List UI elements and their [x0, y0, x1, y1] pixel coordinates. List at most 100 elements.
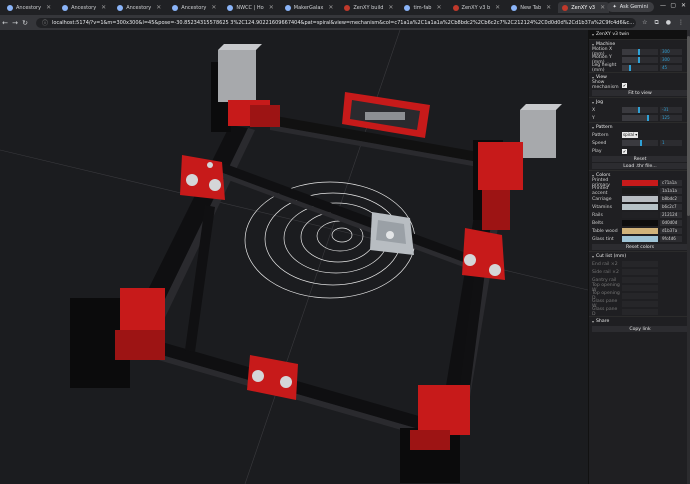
color-swatch[interactable] — [622, 196, 658, 202]
browser-tab[interactable]: ZenXY v3 ✕ — [558, 2, 610, 13]
cut-list-slider[interactable] — [622, 269, 658, 275]
close-tab-icon[interactable]: ✕ — [546, 4, 551, 11]
address-bar[interactable]: ⓘ localhost:5174/?v=1&m=300x300&l=45&pos… — [36, 17, 637, 28]
section-jog-label: Jog — [596, 99, 604, 105]
reload-icon[interactable]: ↻ — [20, 19, 30, 27]
fit-to-view-button[interactable]: Fit to view — [592, 90, 688, 96]
jog-axis-value[interactable]: 125 — [660, 115, 682, 121]
cut-list-slider[interactable] — [622, 261, 658, 267]
close-tab-icon[interactable]: ✕ — [388, 4, 393, 11]
browser-tab[interactable]: Ancestory ✕ — [168, 2, 220, 13]
reset-button[interactable]: Reset — [592, 156, 688, 162]
section-pattern[interactable]: ▾ Pattern — [589, 122, 690, 131]
caret-down-icon: ▾ — [592, 41, 595, 47]
back-icon[interactable]: ← — [0, 19, 10, 27]
browser-tab[interactable]: NWCC | Ho ✕ — [223, 2, 277, 13]
browser-tab[interactable]: New Tab ✕ — [507, 2, 555, 13]
3d-viewport[interactable] — [0, 30, 588, 484]
close-tab-icon[interactable]: ✕ — [211, 4, 216, 11]
browser-tab[interactable]: tim-fab ✕ — [400, 2, 445, 13]
slider-knob[interactable] — [638, 49, 640, 55]
slider-knob[interactable] — [638, 107, 640, 113]
close-tab-icon[interactable]: ✕ — [495, 4, 500, 11]
browser-tab[interactable]: Ancestory ✕ — [58, 2, 110, 13]
machine-param-slider[interactable] — [622, 57, 658, 63]
color-row: Table wood d1b37a — [589, 227, 690, 235]
cut-list-slider[interactable] — [622, 309, 658, 315]
pattern-select[interactable]: spiral ▾ — [622, 132, 638, 138]
forward-icon[interactable]: → — [10, 19, 20, 27]
speed-slider[interactable] — [622, 140, 658, 146]
browser-tab[interactable]: MakerGalax ✕ — [281, 2, 338, 13]
close-tab-icon[interactable]: ✕ — [46, 4, 51, 11]
panel-title-bar[interactable]: ▾ ZenXY v3 twin — [589, 30, 690, 39]
close-tab-icon[interactable]: ✕ — [436, 4, 441, 11]
jog-axis-value[interactable]: -31 — [660, 107, 682, 113]
color-hex-input[interactable]: 0d0d0d — [660, 220, 682, 226]
color-swatch[interactable] — [622, 188, 658, 194]
color-hex-input[interactable]: c71a1a — [660, 180, 682, 186]
section-cut-list[interactable]: ▾ Cut list (mm) — [589, 251, 690, 260]
color-swatch[interactable] — [622, 180, 658, 186]
close-tab-icon[interactable]: ✕ — [269, 4, 274, 11]
menu-icon[interactable]: ⋮ — [678, 19, 684, 27]
color-hex-input[interactable]: 9fc4d6 — [660, 236, 682, 242]
cut-list-slider[interactable] — [622, 277, 658, 283]
color-swatch[interactable] — [622, 236, 658, 242]
cut-list-label: Side rail ×2 — [592, 269, 619, 275]
machine-param-value[interactable]: 300 — [660, 49, 682, 55]
browser-tab[interactable]: Ancestory ✕ — [3, 2, 55, 13]
slider-knob[interactable] — [629, 65, 631, 71]
slider-knob[interactable] — [638, 57, 640, 63]
reset-colors-button[interactable]: Reset colors — [592, 244, 688, 250]
color-swatch[interactable] — [622, 220, 658, 226]
play-checkbox[interactable]: ✔ — [622, 148, 627, 154]
jog-axis-slider[interactable] — [622, 115, 658, 121]
close-window-icon[interactable]: ✕ — [681, 2, 686, 9]
show-mechanism-checkbox[interactable]: ✔ — [622, 82, 627, 88]
profile-icon[interactable]: ● — [666, 19, 671, 27]
extensions-icon[interactable]: ⧉ — [654, 19, 658, 27]
jog-axis-slider[interactable] — [622, 107, 658, 113]
speed-value[interactable]: 1 — [660, 140, 682, 146]
section-jog[interactable]: ▾ Jog — [589, 97, 690, 106]
section-share[interactable]: ▾ Share — [589, 316, 690, 325]
machine-param-value[interactable]: 45 — [660, 65, 682, 71]
close-tab-icon[interactable]: ✕ — [600, 4, 605, 11]
copy-link-button[interactable]: Copy link — [592, 326, 688, 332]
close-tab-icon[interactable]: ✕ — [156, 4, 161, 11]
cut-list-slider[interactable] — [622, 293, 658, 299]
color-hex-input[interactable]: b6c2c7 — [660, 204, 682, 210]
color-label: Belts — [592, 220, 604, 226]
color-hex-input[interactable]: b8bdc2 — [660, 196, 682, 202]
slider-knob[interactable] — [640, 140, 642, 146]
browser-tab[interactable]: Ancestory ✕ — [113, 2, 165, 13]
cut-list-slider[interactable] — [622, 301, 658, 307]
minimize-icon[interactable]: — — [660, 2, 666, 9]
browser-tab[interactable]: ZenXY build ✕ — [340, 2, 397, 13]
machine-param-value[interactable]: 300 — [660, 57, 682, 63]
color-hex-input[interactable]: 212124 — [660, 212, 682, 218]
close-tab-icon[interactable]: ✕ — [328, 4, 333, 11]
globe-icon — [284, 4, 291, 11]
color-swatch[interactable] — [622, 204, 658, 210]
color-swatch[interactable] — [622, 212, 658, 218]
slider-knob[interactable] — [647, 115, 649, 121]
site-info-icon[interactable]: ⓘ — [42, 18, 48, 27]
leg-back-right — [473, 104, 562, 230]
close-tab-icon[interactable]: ✕ — [101, 4, 106, 11]
color-row: Vitamins b6c2c7 — [589, 203, 690, 211]
color-row: Printed accent 1a1a1a — [589, 186, 690, 196]
color-swatch[interactable] — [622, 228, 658, 234]
cut-list-slider[interactable] — [622, 285, 658, 291]
load-thr-file-button[interactable]: Load .thr file... — [592, 163, 688, 169]
color-hex-input[interactable]: d1b37a — [660, 228, 682, 234]
machine-param-slider[interactable] — [622, 49, 658, 55]
cut-list-row: Glass pane D — [589, 307, 690, 317]
browser-tab[interactable]: ZenXY v3 b ✕ — [449, 2, 505, 13]
bookmark-star-icon[interactable]: ☆ — [642, 19, 647, 27]
ask-gemini-button[interactable]: ✦ Ask Gemini — [606, 2, 654, 12]
machine-param-slider[interactable] — [622, 65, 658, 71]
color-hex-input[interactable]: 1a1a1a — [660, 188, 682, 194]
maximize-icon[interactable]: ▢ — [670, 2, 676, 9]
